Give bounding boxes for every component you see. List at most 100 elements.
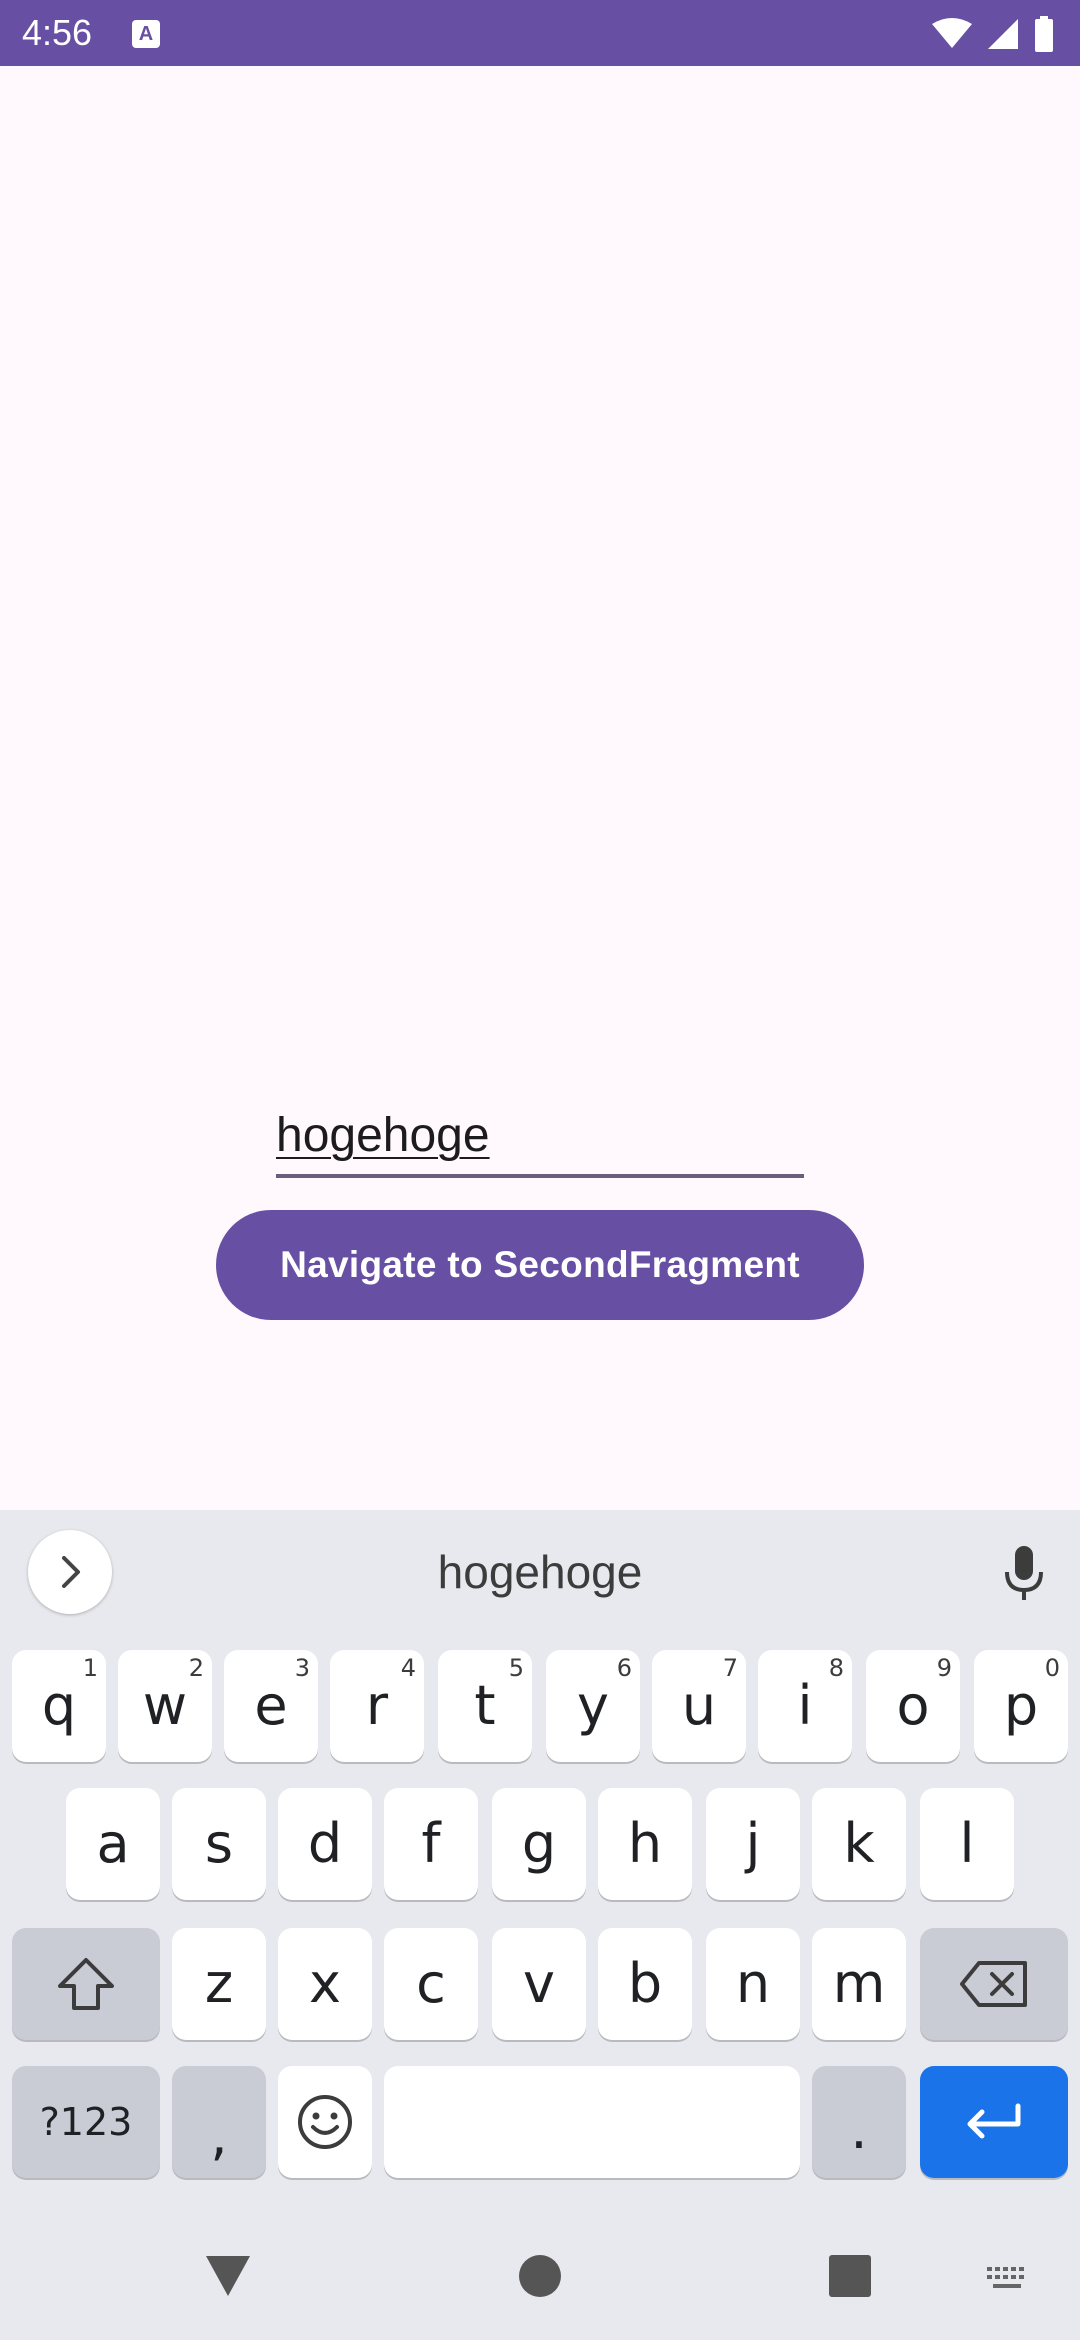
enter-key[interactable] — [920, 2066, 1068, 2178]
key-label: n — [735, 1952, 771, 2015]
key-f[interactable]: f — [384, 1788, 478, 1900]
key-w[interactable]: 2w — [118, 1650, 212, 1762]
key-j[interactable]: j — [706, 1788, 800, 1900]
shift-icon — [58, 1958, 114, 2010]
status-bar: 4:56 A — [0, 0, 1080, 66]
symbols-key[interactable]: ?123 — [12, 2066, 160, 2178]
key-r[interactable]: 4r — [330, 1650, 424, 1762]
key-d[interactable]: d — [278, 1788, 372, 1900]
key-label: d — [307, 1812, 343, 1875]
key-label: p — [1003, 1674, 1039, 1737]
status-time: 4:56 — [22, 12, 93, 53]
key-v[interactable]: v — [492, 1928, 586, 2040]
text-input-underline — [276, 1174, 804, 1178]
period-key[interactable]: . — [812, 2066, 906, 2178]
key-l[interactable]: l — [920, 1788, 1014, 1900]
key-label: t — [474, 1674, 496, 1737]
key-hint: 7 — [722, 1654, 738, 1682]
key-label: g — [521, 1812, 557, 1875]
keyboard-switch-icon — [987, 2267, 1024, 2288]
wifi-icon — [932, 18, 972, 48]
key-label: y — [577, 1674, 609, 1737]
space-key[interactable] — [384, 2066, 800, 2178]
key-label: , — [210, 2104, 228, 2167]
home-button[interactable] — [516, 2252, 564, 2300]
key-a[interactable]: a — [66, 1788, 160, 1900]
key-label: r — [365, 1674, 389, 1737]
key-label: a — [96, 1812, 130, 1875]
back-icon — [206, 2256, 250, 2296]
key-hint: 4 — [400, 1654, 416, 1682]
key-label: f — [421, 1812, 441, 1875]
key-n[interactable]: n — [706, 1928, 800, 2040]
key-p[interactable]: 0p — [974, 1650, 1068, 1762]
key-g[interactable]: g — [492, 1788, 586, 1900]
key-c[interactable]: c — [384, 1928, 478, 2040]
key-hint: 6 — [616, 1654, 632, 1682]
notification-icon: A — [132, 20, 160, 48]
key-x[interactable]: x — [278, 1928, 372, 2040]
status-icons — [932, 14, 1054, 54]
back-button[interactable] — [200, 2252, 256, 2300]
key-label: ?123 — [39, 2100, 133, 2144]
backspace-icon — [960, 1961, 1027, 2007]
key-label: c — [416, 1952, 446, 2015]
mic-icon — [1005, 1546, 1043, 1600]
key-label: k — [843, 1812, 875, 1875]
suggestion-bar: hogehoge — [0, 1510, 1080, 1636]
battery-icon — [1035, 16, 1053, 52]
key-label: s — [204, 1812, 234, 1875]
navigation-bar — [0, 2210, 1080, 2340]
key-label: u — [681, 1674, 717, 1737]
key-label: b — [627, 1952, 663, 2015]
key-m[interactable]: m — [812, 1928, 906, 2040]
home-icon — [519, 2255, 561, 2297]
key-z[interactable]: z — [172, 1928, 266, 2040]
suggestion-word[interactable]: hogehoge — [0, 1544, 1080, 1600]
signal-icon — [988, 19, 1018, 49]
key-hint: 0 — [1044, 1654, 1060, 1682]
recents-icon — [829, 2255, 871, 2297]
enter-icon — [967, 2103, 1021, 2139]
key-label: x — [309, 1952, 341, 2015]
key-b[interactable]: b — [598, 1928, 692, 2040]
key-label: m — [832, 1952, 886, 2015]
text-input[interactable]: hogehoge — [276, 1098, 804, 1178]
key-s[interactable]: s — [172, 1788, 266, 1900]
key-hint: 2 — [188, 1654, 204, 1682]
key-label: . — [850, 2098, 868, 2161]
key-hint: 3 — [294, 1654, 310, 1682]
key-t[interactable]: 5t — [438, 1650, 532, 1762]
comma-key[interactable]: , — [172, 2066, 266, 2178]
key-hint: 1 — [82, 1654, 98, 1682]
key-label: h — [627, 1812, 663, 1875]
key-label: l — [959, 1812, 975, 1875]
navigate-button[interactable]: Navigate to SecondFragment — [216, 1210, 864, 1320]
key-label: o — [896, 1674, 930, 1737]
key-label: z — [204, 1952, 234, 2015]
key-o[interactable]: 9o — [866, 1650, 960, 1762]
key-h[interactable]: h — [598, 1788, 692, 1900]
emoji-icon — [298, 2095, 352, 2149]
key-hint: 8 — [828, 1654, 844, 1682]
key-label: q — [41, 1674, 77, 1737]
key-label: w — [142, 1674, 188, 1737]
keyboard-switch-button[interactable] — [982, 2260, 1034, 2300]
text-input-value[interactable]: hogehoge — [276, 1108, 490, 1164]
key-label: i — [797, 1674, 813, 1737]
key-hint: 9 — [936, 1654, 952, 1682]
key-k[interactable]: k — [812, 1788, 906, 1900]
key-hint: 5 — [508, 1654, 524, 1682]
key-y[interactable]: 6y — [546, 1650, 640, 1762]
voice-input-button[interactable] — [996, 1542, 1052, 1606]
emoji-key[interactable] — [278, 2066, 372, 2178]
key-e[interactable]: 3e — [224, 1650, 318, 1762]
key-u[interactable]: 7u — [652, 1650, 746, 1762]
shift-key[interactable] — [12, 1928, 160, 2040]
recents-button[interactable] — [826, 2252, 874, 2300]
backspace-key[interactable] — [920, 1928, 1068, 2040]
key-i[interactable]: 8i — [758, 1650, 852, 1762]
key-q[interactable]: 1q — [12, 1650, 106, 1762]
key-label: v — [523, 1952, 555, 2015]
key-label: e — [254, 1674, 288, 1737]
